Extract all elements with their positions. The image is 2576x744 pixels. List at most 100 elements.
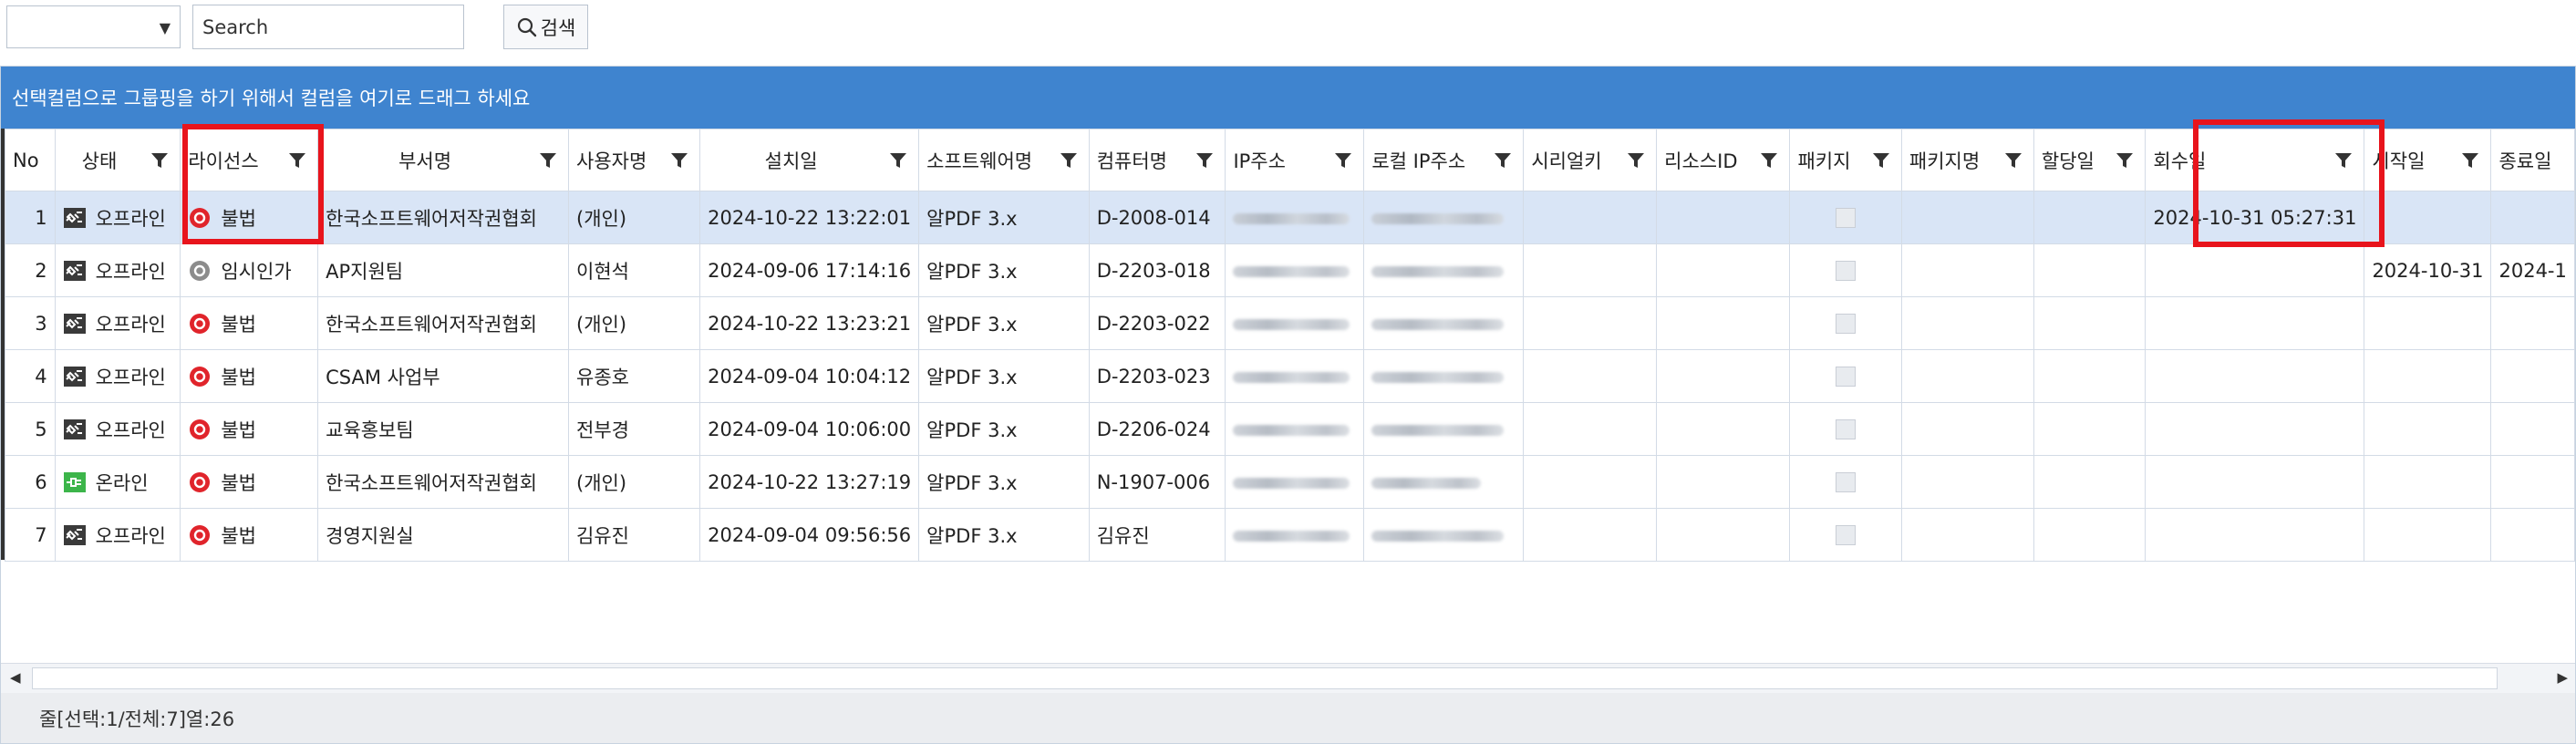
filter-icon[interactable] bbox=[150, 151, 169, 170]
package-checkbox[interactable] bbox=[1836, 313, 1857, 334]
filter-icon[interactable] bbox=[288, 151, 306, 170]
cell-license[interactable]: 불법 bbox=[180, 508, 319, 562]
filter-icon[interactable] bbox=[539, 151, 557, 170]
cell-pkg[interactable] bbox=[1789, 402, 1902, 456]
cell-revoke[interactable] bbox=[2145, 402, 2365, 456]
cell-user[interactable]: (개인) bbox=[567, 455, 701, 509]
cell-software[interactable]: 알PDF 3.x bbox=[918, 349, 1090, 403]
cell-pkg[interactable] bbox=[1789, 508, 1902, 562]
cell-end[interactable] bbox=[2490, 402, 2575, 456]
cell-serial[interactable] bbox=[1523, 455, 1658, 509]
cell-resource[interactable] bbox=[1656, 402, 1791, 456]
cell-package-name[interactable] bbox=[1900, 455, 2034, 509]
cell-state[interactable]: 오프라인 bbox=[54, 296, 181, 350]
cell-license[interactable]: 불법 bbox=[180, 455, 319, 509]
cell-user[interactable]: 전부경 bbox=[567, 402, 701, 456]
cell-package-name[interactable] bbox=[1900, 508, 2034, 562]
cell-resource[interactable] bbox=[1656, 508, 1791, 562]
table-row[interactable]: 5 오프라인 불법 교육홍보팀 전부경 2024-09-04 10:06:00 알PDF 3… bbox=[5, 402, 2575, 456]
column-header[interactable]: 로컬 IP주소 bbox=[1363, 129, 1525, 191]
cell-assign[interactable] bbox=[2033, 191, 2147, 244]
column-header[interactable]: 부서명 bbox=[317, 129, 569, 191]
cell-license[interactable]: 임시인가 bbox=[180, 243, 319, 297]
cell-install[interactable]: 2024-10-22 13:22:01 bbox=[699, 191, 920, 244]
cell-resource[interactable] bbox=[1656, 243, 1791, 297]
cell-end[interactable] bbox=[2490, 455, 2575, 509]
cell-resource[interactable] bbox=[1656, 296, 1791, 350]
cell-local-ip[interactable] bbox=[1363, 349, 1525, 403]
cell-start[interactable] bbox=[2364, 296, 2492, 350]
cell-assign[interactable] bbox=[2033, 508, 2147, 562]
cell-software[interactable]: 알PDF 3.x bbox=[918, 243, 1090, 297]
cell-install[interactable]: 2024-09-06 17:14:16 bbox=[699, 243, 920, 297]
cell-assign[interactable] bbox=[2033, 455, 2147, 509]
cell-assign[interactable] bbox=[2033, 296, 2147, 350]
cell-state[interactable]: 온라인 bbox=[54, 455, 181, 509]
cell-dept[interactable]: AP지원팀 bbox=[317, 243, 569, 297]
column-header[interactable]: 종료일 bbox=[2490, 129, 2575, 191]
cell-local-ip[interactable] bbox=[1363, 508, 1525, 562]
table-row[interactable]: 7 오프라인 불법 경영지원실 김유진 2024-09-04 09:56:56 알PDF 3… bbox=[5, 508, 2575, 562]
cell-user[interactable]: (개인) bbox=[567, 296, 701, 350]
column-header[interactable]: 상태 bbox=[54, 129, 181, 191]
cell-pkg[interactable] bbox=[1789, 191, 1902, 244]
cell-dept[interactable]: 한국소프트웨어저작권협회 bbox=[317, 191, 569, 244]
cell-assign[interactable] bbox=[2033, 402, 2147, 456]
filter-icon[interactable] bbox=[1494, 151, 1512, 170]
cell-user[interactable]: 김유진 bbox=[567, 508, 701, 562]
cell-no[interactable]: 5 bbox=[5, 402, 56, 456]
filter-icon[interactable] bbox=[2334, 151, 2353, 170]
cell-install[interactable]: 2024-09-04 09:56:56 bbox=[699, 508, 920, 562]
cell-state[interactable]: 오프라인 bbox=[54, 191, 181, 244]
cell-start[interactable]: 2024-10-31 bbox=[2364, 243, 2492, 297]
column-header[interactable]: 패키지 bbox=[1789, 129, 1902, 191]
column-header[interactable]: 라이선스 bbox=[180, 129, 319, 191]
cell-no[interactable]: 1 bbox=[5, 191, 56, 244]
filter-icon[interactable] bbox=[2116, 151, 2134, 170]
cell-package-name[interactable] bbox=[1900, 296, 2034, 350]
cell-state[interactable]: 오프라인 bbox=[54, 243, 181, 297]
filter-icon[interactable] bbox=[2461, 151, 2479, 170]
filter-icon[interactable] bbox=[1627, 151, 1645, 170]
cell-serial[interactable] bbox=[1523, 296, 1658, 350]
cell-pkg[interactable] bbox=[1789, 243, 1902, 297]
search-input[interactable] bbox=[192, 5, 464, 49]
cell-computer[interactable]: D-2203-023 bbox=[1088, 349, 1226, 403]
filter-icon[interactable] bbox=[1872, 151, 1890, 170]
cell-end[interactable]: 2024-1 bbox=[2490, 243, 2575, 297]
cell-install[interactable]: 2024-09-04 10:04:12 bbox=[699, 349, 920, 403]
cell-resource[interactable] bbox=[1656, 349, 1791, 403]
cell-license[interactable]: 불법 bbox=[180, 349, 319, 403]
cell-start[interactable] bbox=[2364, 402, 2492, 456]
horizontal-scrollbar[interactable]: ◀ ▶ bbox=[1, 663, 2575, 694]
cell-no[interactable]: 6 bbox=[5, 455, 56, 509]
cell-install[interactable]: 2024-09-04 10:06:00 bbox=[699, 402, 920, 456]
filter-icon[interactable] bbox=[1195, 151, 1214, 170]
cell-package-name[interactable] bbox=[1900, 243, 2034, 297]
cell-end[interactable] bbox=[2490, 508, 2575, 562]
cell-ip[interactable] bbox=[1225, 402, 1365, 456]
scroll-right-icon[interactable]: ▶ bbox=[2557, 669, 2568, 686]
cell-serial[interactable] bbox=[1523, 508, 1658, 562]
cell-serial[interactable] bbox=[1523, 191, 1658, 244]
cell-local-ip[interactable] bbox=[1363, 243, 1525, 297]
cell-package-name[interactable] bbox=[1900, 349, 2034, 403]
package-checkbox[interactable] bbox=[1836, 418, 1857, 439]
cell-start[interactable] bbox=[2364, 455, 2492, 509]
table-row[interactable]: 4 오프라인 불법 CSAM 사업부 유종호 2024-09-04 10:04:12 알PD… bbox=[5, 349, 2575, 403]
cell-local-ip[interactable] bbox=[1363, 455, 1525, 509]
table-row[interactable]: 3 오프라인 불법 한국소프트웨어저작권협회 (개인) 2024-10-22 13:23:… bbox=[5, 296, 2575, 350]
package-checkbox[interactable] bbox=[1836, 260, 1857, 281]
cell-dept[interactable]: 교육홍보팀 bbox=[317, 402, 569, 456]
cell-revoke[interactable] bbox=[2145, 296, 2365, 350]
filter-icon[interactable] bbox=[2004, 151, 2023, 170]
column-header[interactable]: 시작일 bbox=[2364, 129, 2492, 191]
table-row[interactable]: 2 오프라인 임시인가 AP지원팀 이현석 2024-09-06 17:14:16 알PDF… bbox=[5, 243, 2575, 297]
column-header[interactable]: 컴퓨터명 bbox=[1088, 129, 1226, 191]
cell-software[interactable]: 알PDF 3.x bbox=[918, 402, 1090, 456]
column-header[interactable]: IP주소 bbox=[1225, 129, 1365, 191]
cell-computer[interactable]: 김유진 bbox=[1088, 508, 1226, 562]
cell-no[interactable]: 2 bbox=[5, 243, 56, 297]
cell-assign[interactable] bbox=[2033, 349, 2147, 403]
scroll-left-icon[interactable]: ◀ bbox=[10, 669, 21, 686]
